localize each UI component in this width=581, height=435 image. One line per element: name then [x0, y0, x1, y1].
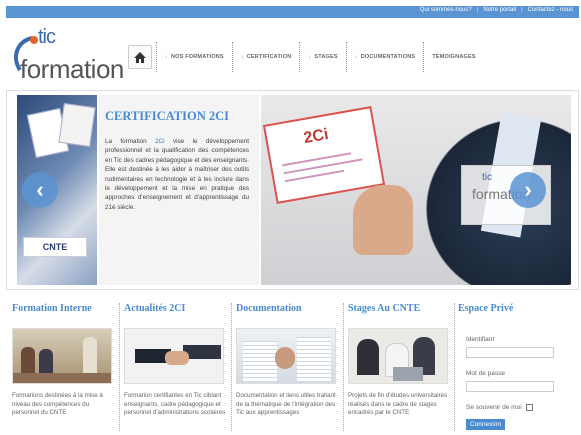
column-divider: [119, 303, 120, 431]
section-actualites: Actualités 2CI Formation certifiantes en…: [124, 303, 228, 418]
nav-label: CERTIFICATION: [246, 54, 292, 60]
home-button[interactable]: [128, 45, 152, 69]
login-panel: Espace Privé Identifiant Mot de passe Se…: [458, 303, 568, 431]
person-shape: [275, 347, 295, 369]
section-title[interactable]: Formation Interne: [12, 303, 116, 314]
cert-line: [282, 152, 352, 167]
nav-item-certification[interactable]: ↓ CERTIFICATION: [231, 42, 300, 72]
username-input[interactable]: [466, 347, 554, 358]
section-image[interactable]: [348, 328, 448, 384]
desk-shape: [13, 373, 111, 383]
section-documentation: Documentation Documentation et liens uti…: [236, 303, 340, 418]
column-divider: [343, 303, 344, 431]
password-label: Mot de passe: [466, 370, 506, 377]
desc-text: vise le développement professionnel et l…: [105, 138, 249, 211]
nav-arrow-icon: ↓: [240, 54, 244, 60]
remember-me-label: Se souvenir de moi: [466, 404, 522, 411]
paper-stack-shape: [297, 337, 331, 381]
link-portal[interactable]: Notre portail: [483, 7, 516, 13]
section-image[interactable]: [124, 328, 224, 384]
link-contact[interactable]: Contactez - nous: [528, 7, 573, 13]
nav-arrow-icon: ↓: [308, 54, 312, 60]
separator: |: [476, 7, 479, 13]
section-text: Formations destinées à la mise à niveau …: [12, 392, 103, 417]
remember-me-row: Se souvenir de moi: [466, 404, 568, 411]
nav-label: TÉMOIGNAGES: [432, 54, 476, 60]
nav-item-formations[interactable]: ↓ NOS FORMATIONS: [156, 42, 232, 72]
logo-tic-text: tic: [38, 26, 56, 48]
section-formation-interne: Formation Interne Formations destinées à…: [12, 303, 116, 418]
logo-formation-text: formation: [20, 54, 124, 84]
hero-slider: CNTE CERTIFICATION 2CI La formation 2Ci …: [6, 90, 579, 290]
paper-stack-shape: [243, 341, 277, 381]
desc-highlight: 2Ci: [155, 138, 165, 145]
top-bar: Qui sommes-nous? | Notre portail | Conta…: [6, 6, 579, 18]
cnte-logo: CNTE: [23, 237, 87, 257]
section-text: Documentation et liens utiles traitant d…: [236, 392, 336, 417]
top-links: Qui sommes-nous? | Notre portail | Conta…: [420, 7, 573, 13]
separator: |: [521, 7, 523, 13]
nav-item-stages[interactable]: ↓ STAGES: [299, 42, 345, 72]
password-input[interactable]: [466, 381, 554, 392]
remember-me-checkbox[interactable]: [525, 404, 533, 411]
nav-label: STAGES: [314, 54, 338, 60]
home-icon: [134, 51, 146, 63]
section-stages: Stages Au CNTE Projets de fin d'études u…: [348, 303, 452, 418]
laptop-shape: [393, 367, 423, 381]
certificate-logo: 2Ci: [302, 126, 330, 148]
chevron-left-icon: ‹: [36, 177, 44, 202]
link-about[interactable]: Qui sommes-nous?: [420, 7, 472, 13]
slide-title: CERTIFICATION 2CI: [105, 109, 229, 123]
nav-arrow-icon: ↓: [165, 54, 168, 60]
section-image[interactable]: [236, 328, 336, 384]
nav-item-temoignages[interactable]: TÉMOIGNAGES: [423, 42, 483, 72]
person-shape: [357, 339, 379, 375]
slider-prev-button[interactable]: ‹: [22, 172, 58, 208]
section-text: Projets de fin d'études universitaires r…: [348, 392, 448, 417]
username-label: Identifiant: [466, 336, 495, 343]
desc-text: La formation: [105, 138, 156, 145]
brochure-image: [58, 102, 96, 148]
handshake-shape: [165, 351, 189, 365]
section-title[interactable]: Stages Au CNTE: [348, 303, 452, 314]
person-shape: [83, 337, 97, 377]
section-title[interactable]: Documentation: [236, 303, 340, 314]
login-button[interactable]: Connexion: [466, 419, 506, 430]
section-text: Formation certifiantes en Tic ciblant en…: [124, 392, 226, 417]
section-image[interactable]: [12, 328, 112, 384]
column-divider: [454, 303, 455, 431]
nav-item-documentations[interactable]: ↓ DOCUMENTATIONS: [345, 42, 424, 72]
cert-line: [283, 158, 363, 175]
login-title: Espace Privé: [458, 303, 514, 314]
hand-image: [353, 185, 413, 255]
chevron-right-icon: ›: [524, 177, 532, 202]
slide-description: La formation 2Ci vise le développement p…: [105, 137, 249, 212]
slider-next-button[interactable]: ›: [510, 172, 546, 208]
section-title[interactable]: Actualités 2CI: [124, 303, 228, 314]
nav-label: DOCUMENTATIONS: [360, 54, 416, 60]
nav-arrow-icon: ↓: [354, 54, 358, 60]
main-nav: ↓ NOS FORMATIONS ↓ CERTIFICATION ↓ STAGES ↓…: [128, 40, 484, 74]
nav-label: NOS FORMATIONS: [170, 54, 224, 60]
column-divider: [231, 303, 232, 431]
site-logo[interactable]: tic formation: [8, 24, 126, 86]
overlay-logo-tic: tic: [482, 172, 492, 183]
